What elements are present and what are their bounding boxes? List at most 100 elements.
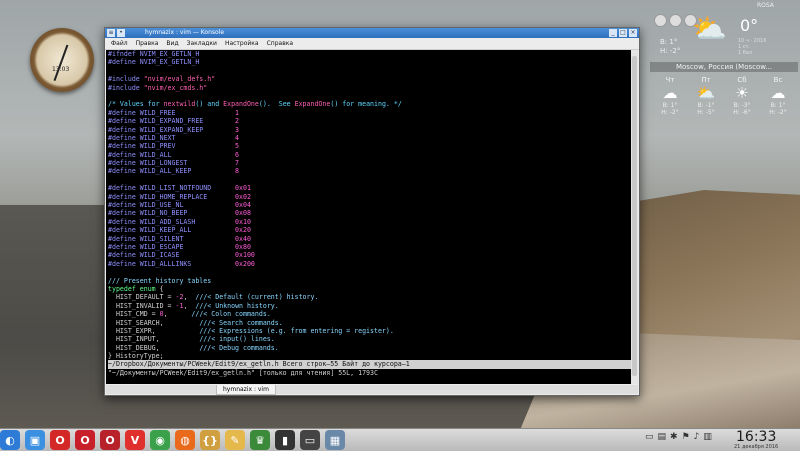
terminal-icon[interactable]: ▮ [275, 430, 295, 450]
menu-bookmarks[interactable]: Закладки [187, 38, 217, 49]
file-manager-icon[interactable]: ▣ [25, 430, 45, 450]
chess-icon[interactable]: ♛ [250, 430, 270, 450]
taskbar-date: 21 декабря 2016 [734, 444, 779, 450]
code-token: 2 [235, 117, 240, 126]
code-token: HIST_INPUT, [108, 335, 200, 344]
code-token: ExpandOne [223, 100, 259, 109]
opera-3-icon[interactable]: O [100, 430, 120, 450]
weather-widget[interactable]: ⛅ 0° В: 1° Н: -2° 10 ч · 2016 1 ст. 1 ба… [650, 8, 798, 138]
code-token: { [159, 284, 164, 293]
weather-controls[interactable] [654, 14, 697, 27]
code-token: #define WILD_ALL_KEEP [108, 167, 236, 176]
code-token: 6 [235, 150, 240, 159]
taskbar: ◐ ▣ O O O V ◉ ◍{} ✎ ♛ ▮ ▭ ▦ ▭ ▤ ✱ ⚑ ♪ ▥ 16:33 21 дек… [0, 428, 800, 451]
pin-icon[interactable]: • [117, 29, 125, 37]
code-line: #define WILD_NEXT 4 [108, 134, 632, 142]
clipboard-icon[interactable]: ▤ [658, 432, 667, 442]
opera-icon[interactable]: O [50, 430, 70, 450]
code-token: #define WILD_ALL [108, 150, 236, 159]
terminal-area[interactable]: #ifndef NVIM_EX_GETLN_H #define NVIM_EX_G… [106, 50, 632, 384]
forecast-day-name: Сб [737, 76, 747, 84]
menu-help[interactable]: Справка [267, 38, 293, 49]
code-line: } HistoryType; [108, 352, 632, 360]
window-menu-icon[interactable]: ≡ [107, 29, 115, 37]
taskbar-time[interactable]: 16:33 [736, 429, 776, 445]
clock-widget-label: 13:03 [52, 66, 70, 73]
terminal-tab[interactable]: hymnazix : vim [216, 385, 276, 395]
chrome-icon[interactable]: ◉ [150, 430, 170, 450]
network-icon[interactable]: ▥ [703, 432, 712, 442]
screenshot-icon[interactable]: ▦ [325, 430, 345, 450]
code-line: #define WILD_USE_NL 0x04 [108, 201, 632, 209]
code-line: #define WILD_NO_BEEP 0x08 [108, 209, 632, 217]
code-token: , [183, 301, 196, 310]
code-token: HIST_INVALID = [108, 301, 176, 310]
system-tray: ▭ ▤ ✱ ⚑ ♪ ▥ [645, 432, 712, 442]
vivaldi-icon[interactable]: V [125, 430, 145, 450]
code-token: (). See [258, 100, 295, 109]
code-token: nextwild [163, 100, 196, 109]
maximize-icon[interactable]: □ [619, 29, 627, 37]
menu-file[interactable]: Файл [111, 38, 128, 49]
weather-icon: ☀ [735, 84, 749, 102]
scrollbar-thumb[interactable] [632, 56, 637, 376]
current-temp: 0° [740, 16, 759, 35]
code-line: HIST_INVALID = -1, ///< Unknown history. [108, 302, 632, 310]
minimize-icon[interactable]: _ [609, 29, 617, 37]
editor-icon[interactable]: ✎ [225, 430, 245, 450]
cloud-sun-icon: ⛅ [692, 12, 727, 45]
forecast-high: В: 1° [662, 102, 678, 109]
clock-widget[interactable]: 13:03 [30, 28, 94, 92]
code-token: #ifndef NVIM_EX_GETLN_H [108, 50, 200, 58]
code-token: ExpandOne [294, 100, 331, 109]
code-line: #define WILD_ADD_SLASH 0x10 [108, 218, 632, 226]
menu-view[interactable]: Вид [166, 38, 178, 49]
forecast-day-name: Чт [665, 76, 675, 84]
forecast-day-name: Вс [773, 76, 783, 84]
forecast-high: В: -3° [733, 102, 751, 109]
code-token: HIST_CMD = [108, 310, 160, 319]
close-icon[interactable]: × [629, 29, 637, 37]
code-token: /// Present history tables [108, 276, 212, 285]
forecast-day: Пт ⛅ В: -1° Н: -5° [690, 76, 722, 116]
code-line: #define WILD_ICASE 0x100 [108, 251, 632, 259]
code-token: #define NVIM_EX_GETLN_H [108, 58, 200, 67]
firefox-icon[interactable]: ◍ [175, 430, 195, 450]
opera-2-icon[interactable]: O [75, 430, 95, 450]
code-token: #include [108, 83, 144, 92]
clock-hour-hand [61, 44, 69, 61]
forecast-high: В: 1° [770, 102, 786, 109]
geany-icon[interactable]: {} [200, 430, 220, 450]
volume-icon[interactable]: ♪ [694, 432, 700, 442]
code-token: 3 [235, 125, 240, 134]
code-token: #define WILD_EXPAND_KEEP [108, 125, 236, 134]
code-token: ///< Colon commands. [191, 310, 271, 319]
code-token: typedef [108, 284, 140, 293]
code-line: #define WILD_KEEP_ALL 0x20 [108, 226, 632, 234]
today-low: Н: -2° [660, 47, 681, 55]
monitor-icon[interactable]: ▭ [645, 432, 654, 442]
code-token: 0x40 [235, 234, 251, 243]
forecast-low: Н: -5° [697, 109, 715, 116]
code-line: HIST_INPUT, ///< input() lines. [108, 335, 632, 343]
keyboard-layout-icon[interactable]: ⚑ [682, 432, 690, 442]
bluetooth-icon[interactable]: ✱ [670, 432, 678, 442]
menu-settings[interactable]: Настройка [225, 38, 259, 49]
code-token: #define WILD_NEXT [108, 133, 236, 142]
start-menu-icon[interactable]: ◐ [0, 430, 20, 450]
weather-city[interactable]: Moscow, Россия (Moscow... [650, 62, 798, 72]
code-token: HIST_SEARCH, [108, 318, 200, 327]
konsole-icon[interactable]: ▭ [300, 430, 320, 450]
weather-icon: ⛅ [696, 84, 716, 102]
menu-edit[interactable]: Правка [136, 38, 159, 49]
code-line: /// Present history tables [108, 277, 632, 285]
scrollbar[interactable] [631, 50, 638, 384]
code-token: 0x08 [235, 209, 251, 218]
code-token: #define WILD_ESCAPE [108, 242, 236, 251]
konsole-window[interactable]: ≡ • hymnazix : vim — Konsole _ □ × Файл … [104, 27, 640, 396]
window-title: hymnazix : vim — Konsole [145, 29, 225, 36]
window-titlebar[interactable]: ≡ • hymnazix : vim — Konsole _ □ × [105, 28, 639, 38]
